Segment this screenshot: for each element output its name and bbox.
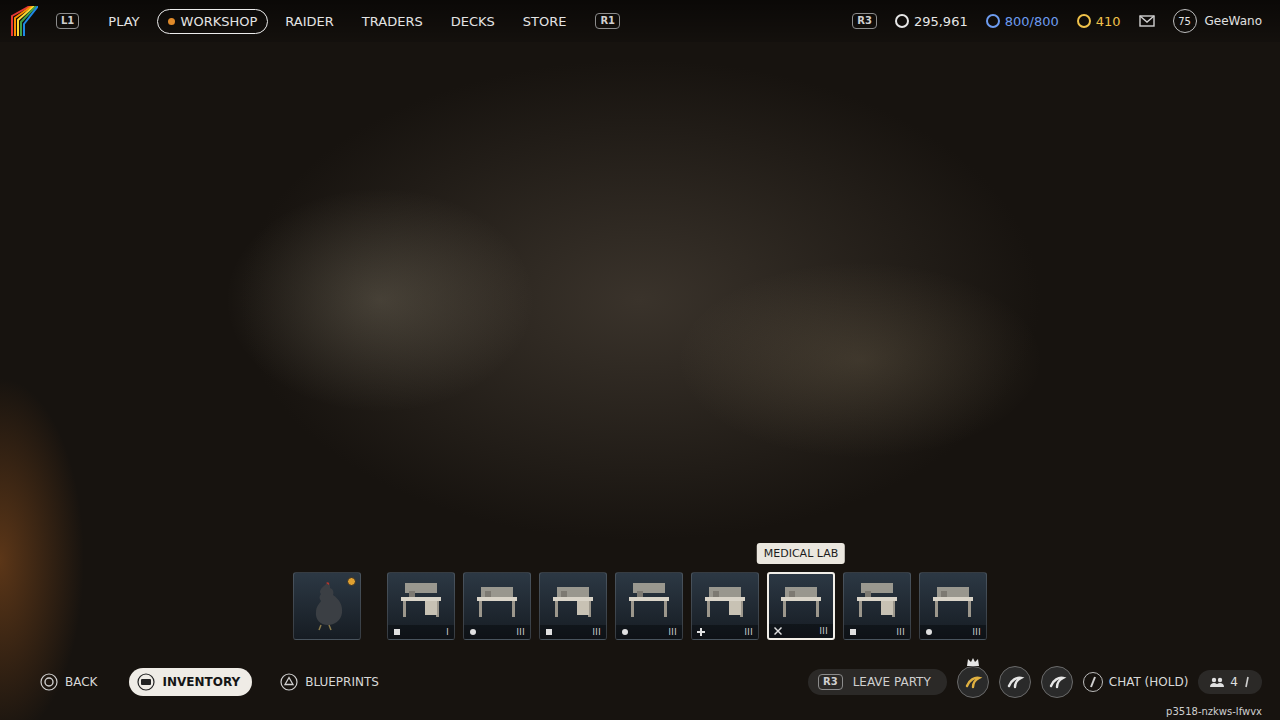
- workbench-icon: [853, 579, 901, 619]
- workbench-icon: [777, 579, 825, 619]
- bench-level: III: [744, 628, 753, 637]
- crown-icon: [967, 658, 979, 666]
- bench-type-icon: [697, 628, 705, 636]
- member-emblem-icon: [963, 672, 983, 692]
- player-level: 75: [1173, 9, 1197, 33]
- currency: 295,961: [895, 14, 968, 29]
- bench-level: III: [896, 628, 905, 637]
- coin-icon: [986, 14, 1000, 28]
- triangle-button-icon: [280, 673, 298, 691]
- workshop-scene: IIIIIIIIIIIIIMEDICAL LABIIIIIIIII: [0, 42, 1280, 640]
- member-emblem-icon: [1047, 672, 1067, 692]
- bench-type-icon: [469, 628, 477, 636]
- workbench-icon: [701, 579, 749, 619]
- nav-tab[interactable]: WORKSHOP: [157, 9, 269, 34]
- bench-level: III: [819, 627, 828, 636]
- workbench-icon: [397, 579, 445, 619]
- bench-card[interactable]: III: [919, 572, 987, 640]
- nav-tab[interactable]: PLAY: [97, 9, 150, 34]
- stick-key[interactable]: R3: [852, 13, 877, 29]
- bench-card[interactable]: I: [387, 572, 455, 640]
- bench-list: IIIIIIIIIIIIIMEDICAL LABIIIIIIIII: [387, 572, 987, 640]
- nav-tab[interactable]: DECKS: [440, 9, 506, 34]
- player-name[interactable]: GeeWano: [1205, 14, 1262, 28]
- pet-card[interactable]: [293, 572, 361, 640]
- bench-card[interactable]: III: [463, 572, 531, 640]
- party-member[interactable]: [1041, 666, 1073, 698]
- bench-level: I: [446, 628, 449, 637]
- bench-card[interactable]: III: [843, 572, 911, 640]
- workbench-icon: [549, 579, 597, 619]
- active-dot-icon: [168, 18, 175, 25]
- workbench-icon: [625, 579, 673, 619]
- button-hint[interactable]: BLUEPRINTS: [272, 668, 391, 696]
- session-id: p3518-nzkws-lfwvx: [1166, 706, 1262, 717]
- bench-card[interactable]: III: [539, 572, 607, 640]
- mic-icon: [1244, 676, 1250, 688]
- right-bumper-key[interactable]: R1: [595, 13, 620, 29]
- bench-card[interactable]: III: [691, 572, 759, 640]
- nav-tab[interactable]: RAIDER: [274, 9, 345, 34]
- bottom-bar: BACK INVENTORY BLUEPRINTS R3LEAVE PARTY CHAT…: [0, 640, 1280, 720]
- pet-badge: [347, 577, 356, 586]
- coin-icon: [895, 14, 909, 28]
- nav-tab[interactable]: TRADERS: [351, 9, 434, 34]
- party-member[interactable]: [957, 666, 989, 698]
- currency: 800/800: [986, 14, 1059, 29]
- bench-tooltip: MEDICAL LAB: [757, 543, 845, 564]
- top-bar: L1 PLAY WORKSHOPRAIDERTRADERSDECKSSTORE R1 R…: [0, 0, 1280, 42]
- rainbow-logo-icon: [10, 6, 38, 36]
- leave-party-button[interactable]: R3LEAVE PARTY: [808, 669, 947, 695]
- button-hint[interactable]: BACK: [32, 668, 109, 696]
- people-icon: [1210, 677, 1224, 687]
- chat-icon: [1083, 672, 1103, 692]
- bench-level: III: [592, 628, 601, 637]
- bench-level: III: [516, 628, 525, 637]
- bench-type-icon: [545, 628, 553, 636]
- workshop-screen: L1 PLAY WORKSHOPRAIDERTRADERSDECKSSTORE R1 R…: [0, 0, 1280, 720]
- bench-card[interactable]: MEDICAL LABIII: [767, 572, 835, 640]
- mail-icon[interactable]: [1139, 15, 1155, 27]
- bench-card[interactable]: III: [615, 572, 683, 640]
- bench-type-icon: [925, 628, 933, 636]
- nav-tab[interactable]: STORE: [512, 9, 578, 34]
- circle-button-icon: [40, 673, 58, 691]
- chat-hint[interactable]: CHAT (HOLD): [1083, 672, 1189, 692]
- bench-strip: IIIIIIIIIIIIIMEDICAL LABIIIIIIIII: [293, 572, 987, 640]
- bench-level: III: [972, 628, 981, 637]
- bench-type-icon: [393, 628, 401, 636]
- button-hint[interactable]: INVENTORY: [129, 668, 252, 696]
- party-member[interactable]: [999, 666, 1031, 698]
- party-count[interactable]: 4: [1198, 670, 1262, 694]
- workbench-icon: [473, 579, 521, 619]
- currency: 410: [1077, 14, 1121, 29]
- touchpad-button-icon: [137, 673, 155, 691]
- rooster-icon: [307, 581, 347, 631]
- bench-type-icon: [774, 627, 782, 635]
- member-emblem-icon: [1005, 672, 1025, 692]
- bench-type-icon: [849, 628, 857, 636]
- bench-level: III: [668, 628, 677, 637]
- coin-icon: [1077, 14, 1091, 28]
- stick-key: R3: [818, 674, 843, 690]
- left-bumper-key[interactable]: L1: [56, 13, 79, 29]
- workbench-icon: [929, 579, 977, 619]
- bench-type-icon: [621, 628, 629, 636]
